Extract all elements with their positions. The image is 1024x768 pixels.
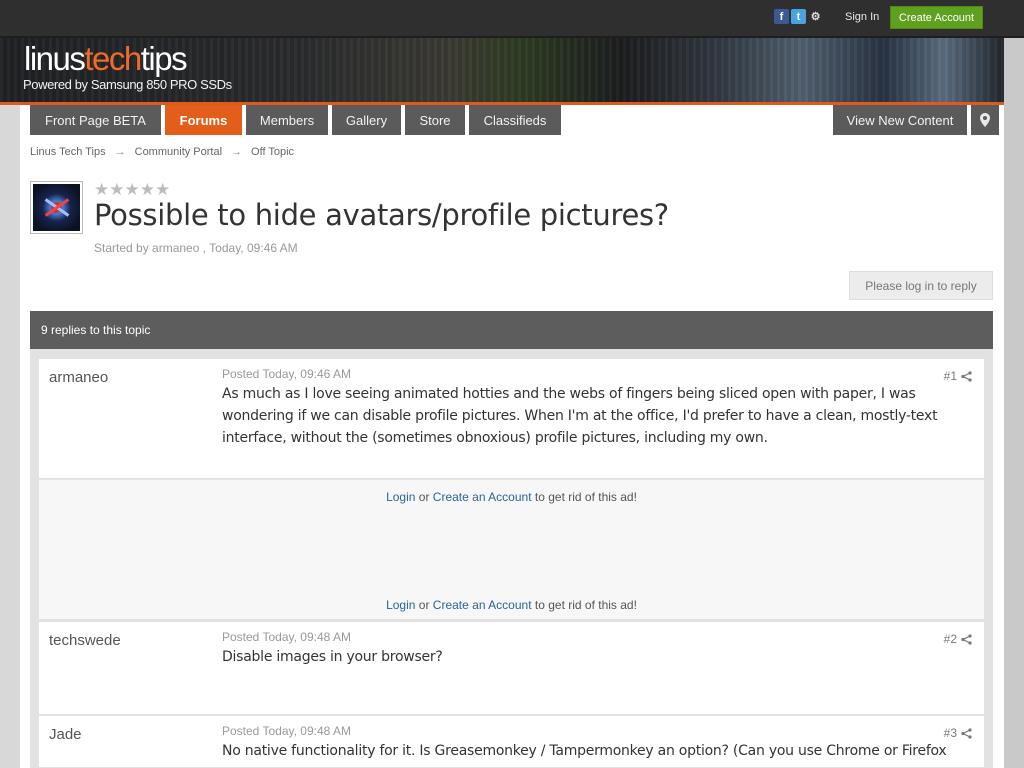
twitter-icon[interactable]: t [791, 9, 806, 24]
social-links: f t ⚙ [774, 9, 823, 24]
post-author[interactable]: armaneo [49, 369, 108, 386]
post-author[interactable]: Jade [49, 726, 82, 743]
create-account-button[interactable]: Create Account [890, 6, 983, 29]
ad-or-text: or [418, 490, 430, 504]
breadcrumb-community-portal[interactable]: Community Portal [135, 146, 222, 158]
nav-tab-gallery[interactable]: Gallery [332, 105, 401, 135]
steam-icon[interactable]: ⚙ [808, 9, 823, 24]
post-body: As much as I love seeing animated hottie… [222, 386, 938, 446]
login-to-reply-button[interactable]: Please log in to reply [849, 271, 993, 300]
replies-count: 9 replies to this topic [41, 323, 151, 337]
topic-started-by: Started by armaneo , Today, 09:46 AM [94, 241, 298, 255]
topic-title: Possible to hide avatars/profile picture… [94, 198, 669, 232]
nav-tab-store[interactable]: Store [405, 105, 465, 135]
post-number-label: #3 [943, 726, 957, 740]
post-number[interactable]: #1 [944, 369, 972, 383]
view-new-content-button[interactable]: View New Content [833, 105, 967, 135]
nav-tab-front-page[interactable]: Front Page BETA [30, 105, 161, 135]
logo-text-tech: tech [84, 40, 142, 77]
post-number[interactable]: #2 [944, 632, 972, 646]
nav-tab-classifieds[interactable]: Classifieds [469, 105, 561, 135]
nav-tab-forums[interactable]: Forums [165, 105, 242, 135]
post-number-label: #2 [943, 632, 957, 646]
facebook-icon[interactable]: f [774, 9, 789, 24]
sign-in-link[interactable]: Sign In [845, 11, 879, 23]
topic-starter-avatar[interactable] [30, 181, 83, 234]
right-gutter [1004, 38, 1024, 768]
map-pin-icon [980, 113, 990, 127]
post-1: armaneo Posted Today, 09:46 AM #1 As muc… [39, 359, 984, 479]
ad-login-link[interactable]: Login [386, 490, 415, 504]
breadcrumb-home[interactable]: Linus Tech Tips [30, 146, 106, 158]
breadcrumb-separator: → [231, 146, 243, 158]
ad-notice-bottom: Login or Create an Account to get rid of… [39, 598, 984, 612]
ad-suffix-text: to get rid of this ad! [534, 490, 637, 504]
location-button[interactable] [971, 105, 999, 135]
ad-create-account-link[interactable]: Create an Account [433, 490, 532, 504]
breadcrumb-off-topic[interactable]: Off Topic [251, 146, 294, 158]
post-timestamp: Posted Today, 09:46 AM [222, 367, 351, 381]
topic-rating-stars: ★★★★★ [94, 180, 171, 199]
share-icon [961, 633, 972, 645]
share-icon [961, 727, 972, 739]
share-icon [961, 370, 972, 382]
post-number-label: #1 [943, 369, 957, 383]
post-number[interactable]: #3 [944, 726, 972, 740]
post-timestamp: Posted Today, 09:48 AM [222, 724, 351, 738]
site-tagline: Powered by Samsung 850 PRO SSDs [23, 77, 232, 92]
post-body: No native functionality for it. Is Greas… [222, 743, 947, 759]
logo-text-linus: linus [24, 40, 86, 77]
breadcrumb: Linus Tech Tips → Community Portal → Off… [30, 146, 294, 158]
post-author[interactable]: techswede [49, 632, 121, 649]
nav-tab-members[interactable]: Members [246, 105, 328, 135]
replies-count-bar: 9 replies to this topic [30, 311, 993, 349]
site-logo[interactable]: linustechtips [24, 40, 188, 78]
ad-create-account-link[interactable]: Create an Account [433, 598, 532, 612]
site-banner: linustechtips Powered by Samsung 850 PRO… [0, 38, 1004, 102]
post-2: techswede Posted Today, 09:48 AM #2 Disa… [39, 622, 984, 715]
breadcrumb-separator: → [114, 146, 126, 158]
ad-placeholder: Login or Create an Account to get rid of… [39, 479, 984, 619]
top-bar: f t ⚙ Sign In Create Account [0, 0, 1024, 38]
logo-text-tips: tips [140, 40, 188, 77]
ad-login-link[interactable]: Login [386, 598, 415, 612]
post-3: Jade Posted Today, 09:48 AM #3 No native… [39, 716, 984, 768]
ad-or-text: or [418, 598, 430, 612]
ad-notice-top: Login or Create an Account to get rid of… [39, 490, 984, 504]
post-body: Disable images in your browser? [222, 649, 443, 665]
post-timestamp: Posted Today, 09:48 AM [222, 630, 351, 644]
ad-suffix-text: to get rid of this ad! [534, 598, 637, 612]
avatar-image [33, 184, 80, 231]
